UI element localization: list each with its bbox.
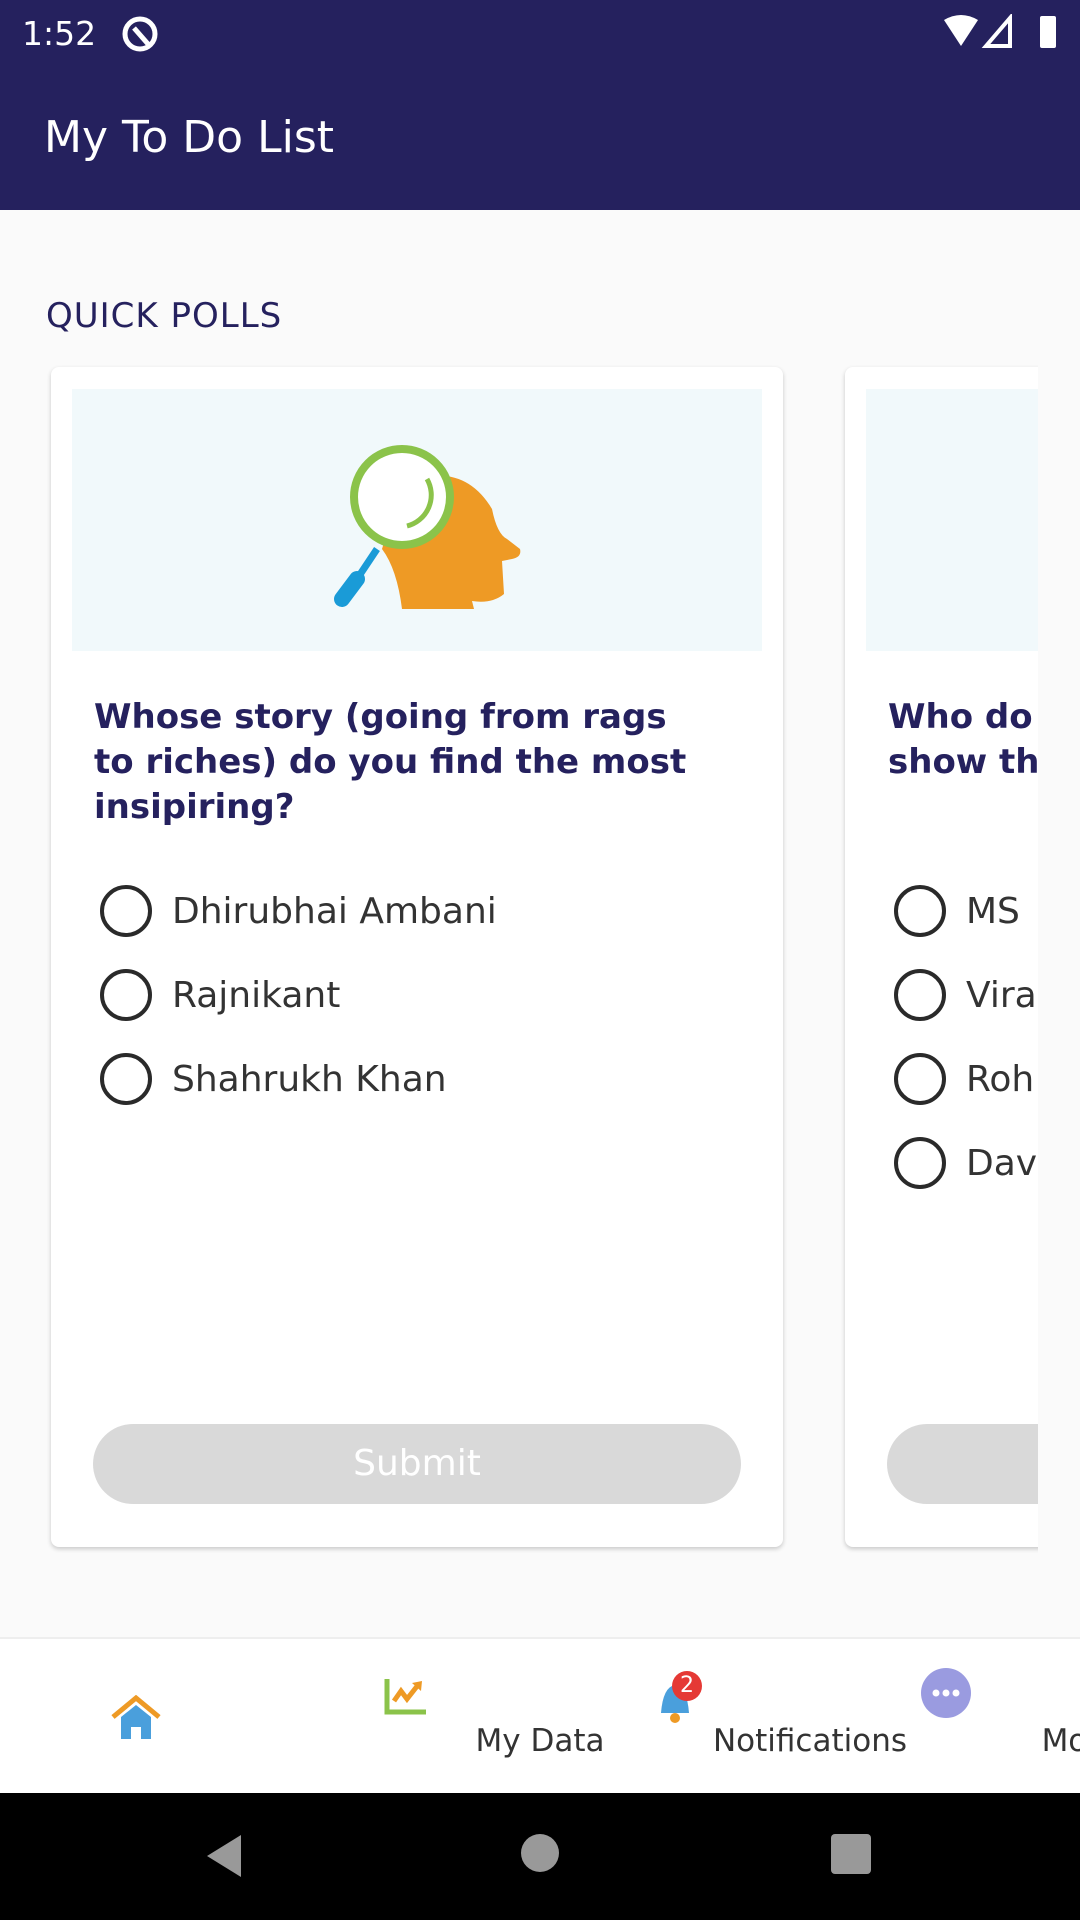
poll-option[interactable]: Dhirubhai Ambani: [100, 885, 497, 937]
notification-badge: 2: [672, 1671, 702, 1701]
chart-icon: [384, 1679, 426, 1715]
option-label: Vira: [966, 974, 1037, 1016]
recents-icon[interactable]: [830, 1833, 872, 1875]
submit-button[interactable]: Submit: [93, 1424, 741, 1504]
radio-button[interactable]: [894, 969, 946, 1021]
poll-card: Who do has show the last MS Vira Roh Dav: [845, 367, 1038, 1547]
option-label: MS: [966, 890, 1020, 932]
nav-label: More: [1041, 1723, 1080, 1759]
polls-carousel[interactable]: Whose story (going from rags to riches) …: [0, 360, 1038, 1560]
option-label: Dav: [966, 1142, 1038, 1184]
radio-button[interactable]: [894, 1137, 946, 1189]
poll-option[interactable]: Dav: [894, 1137, 1037, 1189]
option-label: Dhirubhai Ambani: [172, 890, 497, 932]
submit-button[interactable]: [887, 1424, 1038, 1504]
page-title: My To Do List: [44, 112, 334, 163]
nav-more[interactable]: More: [810, 1639, 1080, 1795]
home-icon: [111, 1695, 161, 1739]
system-status-icons: [944, 14, 1056, 48]
radio-button[interactable]: [100, 1053, 152, 1105]
poll-option[interactable]: Roh: [894, 1053, 1034, 1105]
poll-card: Whose story (going from rags to riches) …: [51, 367, 783, 1547]
option-label: Rajnikant: [172, 974, 341, 1016]
system-navigation-bar: [0, 1793, 1080, 1920]
home-button-icon[interactable]: [520, 1833, 560, 1873]
option-label: Shahrukh Khan: [172, 1058, 447, 1100]
status-time: 1:52: [22, 14, 97, 53]
status-bar: 1:52: [0, 0, 1080, 70]
nav-notifications[interactable]: 2 Notifications: [540, 1639, 907, 1795]
poll-option[interactable]: MS: [894, 885, 1020, 937]
poll-illustration: [866, 389, 1038, 651]
bottom-navigation: My Data 2 Notifications More: [0, 1637, 1080, 1793]
poll-option[interactable]: Vira: [894, 969, 1037, 1021]
option-label: Roh: [966, 1058, 1035, 1100]
back-icon[interactable]: [205, 1833, 245, 1879]
poll-option[interactable]: Rajnikant: [100, 969, 340, 1021]
poll-illustration: [72, 389, 762, 651]
radio-button[interactable]: [100, 969, 152, 1021]
poll-question: Whose story (going from rags to riches) …: [94, 697, 687, 827]
nav-my-data[interactable]: My Data: [270, 1639, 604, 1795]
section-title: QUICK POLLS: [46, 296, 283, 336]
head-magnifier-icon: [334, 445, 521, 609]
poll-option[interactable]: Shahrukh Khan: [100, 1053, 447, 1105]
poll-question: Who do has show the last: [888, 697, 1038, 782]
nav-home[interactable]: [0, 1639, 270, 1795]
radio-button[interactable]: [894, 885, 946, 937]
radio-button[interactable]: [100, 885, 152, 937]
radio-button[interactable]: [894, 1053, 946, 1105]
app-notification-icon: [122, 16, 158, 52]
app-bar: My To Do List: [0, 70, 1080, 210]
more-icon: [921, 1668, 971, 1718]
